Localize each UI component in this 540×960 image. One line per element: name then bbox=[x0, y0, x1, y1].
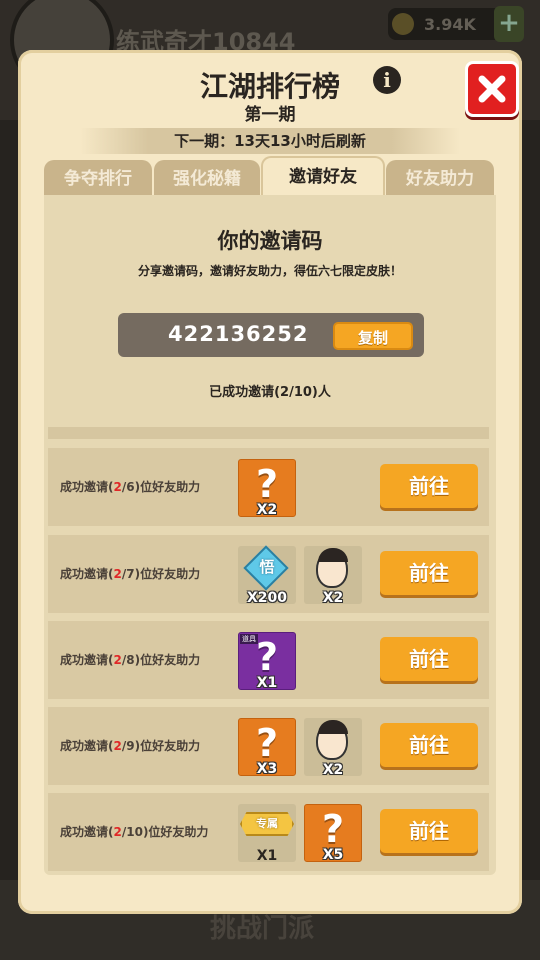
invited-count: 已成功邀请(2/10)人 bbox=[209, 385, 331, 400]
goto-button[interactable]: 前往 bbox=[380, 464, 478, 508]
reward-condition: 成功邀请(2/9)位好友助力 bbox=[60, 739, 201, 753]
exclusive-badge-icon[interactable]: 专属 X1 bbox=[238, 804, 296, 864]
invite-progress: 2 bbox=[113, 739, 122, 753]
reward-condition: 成功邀请(2/10)位好友助力 bbox=[60, 825, 209, 839]
reward-condition: 成功邀请(2/7)位好友助力 bbox=[60, 567, 201, 581]
reward-row: 成功邀请(2/8)位好友助力 道具 ? X1 前往 bbox=[48, 621, 489, 699]
invite-progress: 2 bbox=[113, 653, 122, 667]
invite-progress: 2 bbox=[113, 825, 122, 839]
close-button[interactable] bbox=[465, 61, 519, 117]
info-icon[interactable]: i bbox=[373, 66, 401, 94]
invite-description: 分享邀请码，邀请好友助力，得伍六七限定皮肤！ bbox=[137, 264, 402, 278]
close-icon bbox=[478, 75, 506, 103]
list-scroll-edge bbox=[48, 427, 489, 439]
copy-button[interactable]: 复制 bbox=[333, 322, 413, 350]
tab-invite-friends[interactable]: 邀请好友 bbox=[261, 156, 385, 198]
panel-subtitle: 第一期 bbox=[244, 105, 296, 125]
reward-condition: 成功邀请(2/6)位好友助力 bbox=[60, 480, 201, 494]
goto-button[interactable]: 前往 bbox=[380, 551, 478, 595]
tab-ranking[interactable]: 争夺排行 bbox=[44, 160, 152, 196]
tab-friend-assist[interactable]: 好友助力 bbox=[386, 160, 494, 196]
goto-button[interactable]: 前往 bbox=[380, 723, 478, 767]
reward-row: 成功邀请(2/10)位好友助力 专属 X1 ? X5 前往 bbox=[48, 793, 489, 871]
invite-progress: 2 bbox=[113, 567, 122, 581]
reward-row: 成功邀请(2/7)位好友助力 悟 X200 X2 前往 bbox=[48, 535, 489, 613]
invite-progress: 2 bbox=[113, 480, 122, 494]
character-portrait-icon[interactable]: X2 bbox=[304, 718, 362, 778]
invite-code: 422136252 bbox=[168, 322, 309, 346]
orange-mystery-icon[interactable]: ? X3 bbox=[238, 718, 296, 777]
reward-row: 成功邀请(2/9)位好友助力 ? X3 X2 前往 bbox=[48, 707, 489, 785]
orange-mystery-icon[interactable]: ? X2 bbox=[238, 459, 296, 518]
wu-diamond-icon[interactable]: 悟 X200 bbox=[238, 545, 296, 606]
reward-condition: 成功邀请(2/8)位好友助力 bbox=[60, 653, 201, 667]
goto-button[interactable]: 前往 bbox=[380, 637, 478, 681]
tab-upgrade-manual[interactable]: 强化秘籍 bbox=[154, 160, 260, 196]
orange-mystery-icon[interactable]: ? X5 bbox=[304, 804, 362, 863]
purple-mystery-icon[interactable]: 道具 ? X1 bbox=[238, 632, 296, 691]
reward-row: 成功邀请(2/6)位好友助力 ? X2 前往 bbox=[48, 448, 489, 526]
panel-title: 江湖排行榜 bbox=[199, 70, 340, 103]
goto-button[interactable]: 前往 bbox=[380, 809, 478, 853]
refresh-countdown: 下一期：13天13小时后刷新 bbox=[80, 128, 460, 154]
invite-code-heading: 你的邀请码 bbox=[217, 229, 323, 253]
character-portrait-icon[interactable]: X2 bbox=[304, 546, 362, 606]
